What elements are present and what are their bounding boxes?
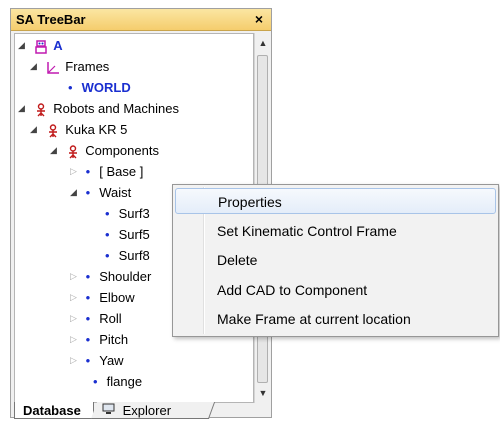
expanded-arrow-icon[interactable]: ◢ bbox=[18, 35, 30, 56]
robot-icon bbox=[34, 98, 50, 119]
tree-item-label: Robots and Machines bbox=[53, 101, 179, 116]
bullet-icon: • bbox=[105, 248, 110, 263]
bullet-icon: • bbox=[105, 206, 110, 221]
tree-item-label: Yaw bbox=[99, 353, 124, 368]
tree-item-world[interactable]: • WORLD bbox=[68, 77, 131, 98]
expanded-arrow-icon[interactable]: ◢ bbox=[30, 119, 42, 140]
frame-icon bbox=[46, 56, 62, 77]
bullet-icon: • bbox=[68, 80, 73, 95]
collapsed-arrow-icon[interactable]: ▷ bbox=[70, 308, 82, 329]
bullet-icon: • bbox=[85, 311, 91, 326]
tree-item-label: Kuka KR 5 bbox=[65, 122, 128, 137]
tree-item-a[interactable]: ◢ A bbox=[18, 35, 63, 56]
menu-item-make-frame-at-current-location[interactable]: Make Frame at current location bbox=[175, 306, 496, 332]
close-button[interactable]: × bbox=[251, 10, 267, 28]
collapsed-arrow-icon[interactable]: ▷ bbox=[70, 329, 82, 350]
bullet-icon: • bbox=[85, 332, 91, 347]
bullet-icon: • bbox=[85, 269, 91, 284]
title-bar: SA TreeBar × bbox=[11, 9, 271, 31]
tree-item-label: Waist bbox=[99, 185, 132, 200]
tree-item-yaw[interactable]: ▷ • Yaw bbox=[70, 350, 124, 371]
computer-icon bbox=[102, 403, 119, 418]
expanded-arrow-icon[interactable]: ◢ bbox=[50, 140, 62, 161]
bottom-tabs: Database Explorer bbox=[14, 402, 269, 419]
tab-label: Database bbox=[23, 403, 81, 418]
tree-item-label: flange bbox=[106, 374, 143, 389]
collapsed-arrow-icon[interactable]: ▷ bbox=[70, 266, 82, 287]
collapsed-arrow-icon[interactable]: ▷ bbox=[70, 287, 82, 308]
tab-label: Explorer bbox=[122, 403, 172, 418]
expanded-arrow-icon[interactable]: ◢ bbox=[18, 98, 30, 119]
tree-item-kuka-kr-5[interactable]: ◢ Kuka KR 5 bbox=[30, 119, 127, 140]
tree-item-label: Pitch bbox=[99, 332, 129, 347]
tree-item-surf5[interactable]: • Surf5 bbox=[105, 224, 150, 245]
tree-item-elbow[interactable]: ▷ • Elbow bbox=[70, 287, 135, 308]
tree-item-label: Surf3 bbox=[118, 206, 150, 221]
collapsed-arrow-icon[interactable]: ▷ bbox=[70, 161, 82, 182]
tree-item-label: Frames bbox=[65, 59, 110, 74]
tree-item-frames[interactable]: ◢ Frames bbox=[30, 56, 109, 77]
tab-explorer[interactable]: Explorer bbox=[90, 402, 216, 419]
tree-item-surf3[interactable]: • Surf3 bbox=[105, 203, 150, 224]
expanded-arrow-icon[interactable]: ◢ bbox=[30, 56, 42, 77]
tree-item-label: Roll bbox=[99, 311, 122, 326]
tree-item-label: Components bbox=[85, 143, 159, 158]
context-menu: Properties Set Kinematic Control Frame D… bbox=[172, 184, 499, 337]
tab-database[interactable]: Database bbox=[14, 402, 94, 419]
tree-item-label: Surf5 bbox=[118, 227, 150, 242]
tree-item-robots-and-machines[interactable]: ◢ Robots and Machines bbox=[18, 98, 179, 119]
tree-item-label: Elbow bbox=[99, 290, 135, 305]
scroll-down-arrow-icon[interactable]: ▼ bbox=[255, 385, 271, 401]
bullet-icon: • bbox=[85, 353, 91, 368]
menu-item-set-kinematic-control-frame[interactable]: Set Kinematic Control Frame bbox=[175, 218, 496, 244]
collapsed-arrow-icon[interactable]: ▷ bbox=[70, 350, 82, 371]
tree-item-label: [ Base ] bbox=[99, 164, 144, 179]
menu-item-delete[interactable]: Delete bbox=[175, 247, 496, 273]
bullet-icon: • bbox=[85, 290, 91, 305]
robot-icon bbox=[66, 140, 82, 161]
tree-item-pitch[interactable]: ▷ • Pitch bbox=[70, 329, 128, 350]
tree-item-surf8[interactable]: • Surf8 bbox=[105, 245, 150, 266]
scroll-up-arrow-icon[interactable]: ▲ bbox=[255, 35, 271, 51]
tree-item-waist[interactable]: ◢ • Waist bbox=[70, 182, 131, 203]
bullet-icon: • bbox=[93, 374, 98, 389]
tree-item-label: Shoulder bbox=[99, 269, 152, 284]
menu-item-properties[interactable]: Properties bbox=[175, 188, 496, 214]
panel-title: SA TreeBar bbox=[16, 12, 86, 27]
tree-item-base[interactable]: ▷ • [ Base ] bbox=[70, 161, 143, 182]
robot-icon bbox=[34, 35, 50, 56]
bullet-icon: • bbox=[105, 227, 110, 242]
robot-icon bbox=[46, 119, 62, 140]
tree-item-shoulder[interactable]: ▷ • Shoulder bbox=[70, 266, 151, 287]
bullet-icon: • bbox=[85, 185, 91, 200]
tree-item-label: Surf8 bbox=[118, 248, 150, 263]
tree-item-label: A bbox=[53, 38, 63, 53]
tree-item-roll[interactable]: ▷ • Roll bbox=[70, 308, 122, 329]
tree-item-components[interactable]: ◢ Components bbox=[50, 140, 159, 161]
tree-item-flange[interactable]: • flange bbox=[93, 371, 142, 392]
menu-item-add-cad-to-component[interactable]: Add CAD to Component bbox=[175, 277, 496, 303]
tree-item-label: WORLD bbox=[81, 80, 131, 95]
expanded-arrow-icon[interactable]: ◢ bbox=[70, 182, 82, 203]
bullet-icon: • bbox=[85, 164, 91, 179]
